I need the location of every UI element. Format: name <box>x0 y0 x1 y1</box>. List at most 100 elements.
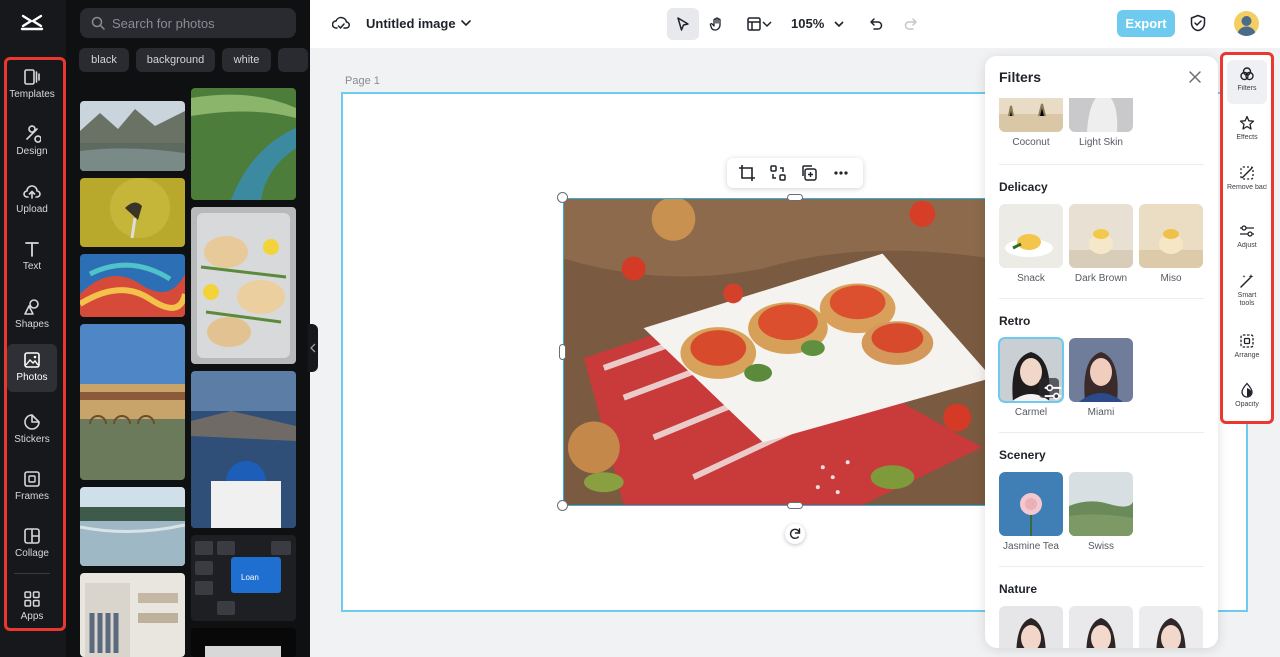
nav-item-frames[interactable]: Frames <box>7 463 57 511</box>
filter-swiss[interactable]: Swiss <box>1069 472 1133 552</box>
hand-tool-button[interactable] <box>701 8 733 40</box>
section-title-delicacy: Delicacy <box>999 180 1048 194</box>
image-context-toolbar <box>727 158 863 188</box>
filter-label: Miso <box>1160 273 1182 284</box>
nav-label: Templates <box>9 89 55 100</box>
resize-handle-top-left[interactable] <box>557 192 568 203</box>
rail-item-smart-tools[interactable]: Smart tools <box>1227 267 1267 317</box>
rail-item-arrange[interactable]: Arrange <box>1227 327 1267 371</box>
more-options-icon[interactable] <box>832 164 850 182</box>
resize-handle-top[interactable] <box>787 194 803 201</box>
filter-nature-1[interactable] <box>999 606 1063 648</box>
stickers-icon <box>24 414 40 430</box>
duplicate-icon[interactable] <box>800 164 818 182</box>
nav-label: Shapes <box>15 319 49 330</box>
cloud-icon[interactable] <box>332 15 350 31</box>
filter-nature-2[interactable] <box>1069 606 1133 648</box>
adjust-icon <box>1240 225 1254 237</box>
capcut-logo-icon[interactable] <box>20 12 44 34</box>
export-button[interactable]: Export <box>1117 10 1175 37</box>
rail-label: Adjust <box>1237 242 1257 249</box>
crop-icon[interactable] <box>738 164 756 182</box>
rail-label: Opacity <box>1235 401 1259 408</box>
photo-thumb-subscribe[interactable] <box>191 628 296 657</box>
photo-thumb-bird[interactable] <box>80 178 185 247</box>
nav-item-shapes[interactable]: Shapes <box>7 291 57 339</box>
hand-icon <box>709 17 721 31</box>
filter-carmel[interactable]: Carmel <box>998 337 1064 418</box>
nav-item-design[interactable]: Design <box>7 118 57 166</box>
rail-item-effects[interactable]: Effects <box>1227 109 1267 153</box>
cursor-icon <box>677 17 689 31</box>
replace-icon[interactable] <box>769 164 787 182</box>
zoom-level[interactable]: 105% <box>791 16 824 31</box>
chevron-left-icon <box>310 343 316 353</box>
page-label: Page 1 <box>345 75 380 87</box>
resize-handle-bottom[interactable] <box>787 502 803 509</box>
adjust-filter-button[interactable] <box>1039 378 1062 400</box>
photo-thumb-chicken-tray[interactable] <box>191 207 296 364</box>
filter-miami[interactable]: Miami <box>1069 338 1133 418</box>
zoom-dropdown-button[interactable] <box>828 8 850 40</box>
undo-button[interactable] <box>860 8 892 40</box>
chip-more[interactable] <box>278 48 308 72</box>
filter-snack[interactable]: Snack <box>999 204 1063 284</box>
chip-black[interactable]: black <box>79 48 129 72</box>
photo-thumb-bridge-river[interactable] <box>80 324 185 480</box>
filter-label: Carmel <box>1014 407 1048 418</box>
filters-panel: Coconut Light Skin Filters Delicacy Snac… <box>985 56 1218 648</box>
filter-nature-3[interactable] <box>1139 606 1203 648</box>
layout-dropdown-button[interactable] <box>738 8 778 40</box>
nav-item-templates[interactable]: Templates <box>7 61 57 109</box>
shield-icon[interactable] <box>1189 14 1207 32</box>
photo-thumb-lake-reflection[interactable] <box>80 487 185 566</box>
photo-thumb-abstract-swirl[interactable] <box>80 254 185 317</box>
photo-thumb-green-river[interactable] <box>191 88 296 200</box>
image-tools-rail: Filters Effects Remove backgro... Adjust… <box>1220 52 1274 424</box>
panel-collapse-handle[interactable] <box>308 324 318 372</box>
nav-item-text[interactable]: Text <box>7 233 57 281</box>
nav-label: Design <box>16 146 48 157</box>
filter-label: Swiss <box>1087 541 1115 552</box>
nav-label: Upload <box>16 204 48 215</box>
rail-label: Filters <box>1237 85 1257 92</box>
filter-miso[interactable]: Miso <box>1139 204 1203 284</box>
filter-dark-brown[interactable]: Dark Brown <box>1069 204 1133 284</box>
chip-background[interactable]: background <box>136 48 215 72</box>
filter-jasmine-tea[interactable]: Jasmine Tea <box>999 472 1063 552</box>
select-tool-button[interactable] <box>667 8 699 40</box>
chip-white[interactable]: white <box>222 48 271 72</box>
undo-icon <box>870 18 883 30</box>
resize-handle-left[interactable] <box>559 344 566 360</box>
selected-food-photo[interactable] <box>563 198 993 506</box>
upload-icon <box>23 185 41 199</box>
chevron-down-icon[interactable] <box>460 18 472 28</box>
filter-label: Coconut <box>1012 137 1050 148</box>
rail-item-remove-background[interactable]: Remove backgro... <box>1227 159 1267 209</box>
nav-item-apps[interactable]: Apps <box>7 583 57 631</box>
photo-thumb-mountain-lake[interactable] <box>80 101 185 171</box>
photo-thumb-closet[interactable] <box>80 573 185 657</box>
photo-thumb-santorini[interactable] <box>191 371 296 528</box>
resize-handle-bottom-left[interactable] <box>557 500 568 511</box>
rail-label: Arrange <box>1234 352 1260 359</box>
photo-search-box[interactable] <box>80 8 296 38</box>
document-title[interactable]: Untitled image <box>366 16 456 31</box>
rotate-button[interactable] <box>785 524 805 544</box>
remove-background-icon <box>1240 166 1254 180</box>
nav-item-photos[interactable]: Photos <box>7 344 57 392</box>
photo-search-input[interactable] <box>112 8 292 38</box>
photo-thumb-keyboard-loan[interactable]: Loan <box>191 535 296 621</box>
rail-item-adjust[interactable]: Adjust <box>1227 217 1267 261</box>
section-title-scenery: Scenery <box>999 448 1046 462</box>
nav-item-upload[interactable]: Upload <box>7 176 57 224</box>
collage-icon <box>24 528 40 544</box>
rail-item-filters[interactable]: Filters <box>1227 60 1267 104</box>
effects-icon <box>1239 115 1255 130</box>
nav-item-collage[interactable]: Collage <box>7 520 57 568</box>
close-icon[interactable] <box>1188 70 1202 84</box>
redo-button[interactable] <box>895 8 927 40</box>
rail-item-opacity[interactable]: Opacity <box>1227 376 1267 420</box>
avatar[interactable] <box>1234 11 1259 36</box>
nav-item-stickers[interactable]: Stickers <box>7 406 57 454</box>
